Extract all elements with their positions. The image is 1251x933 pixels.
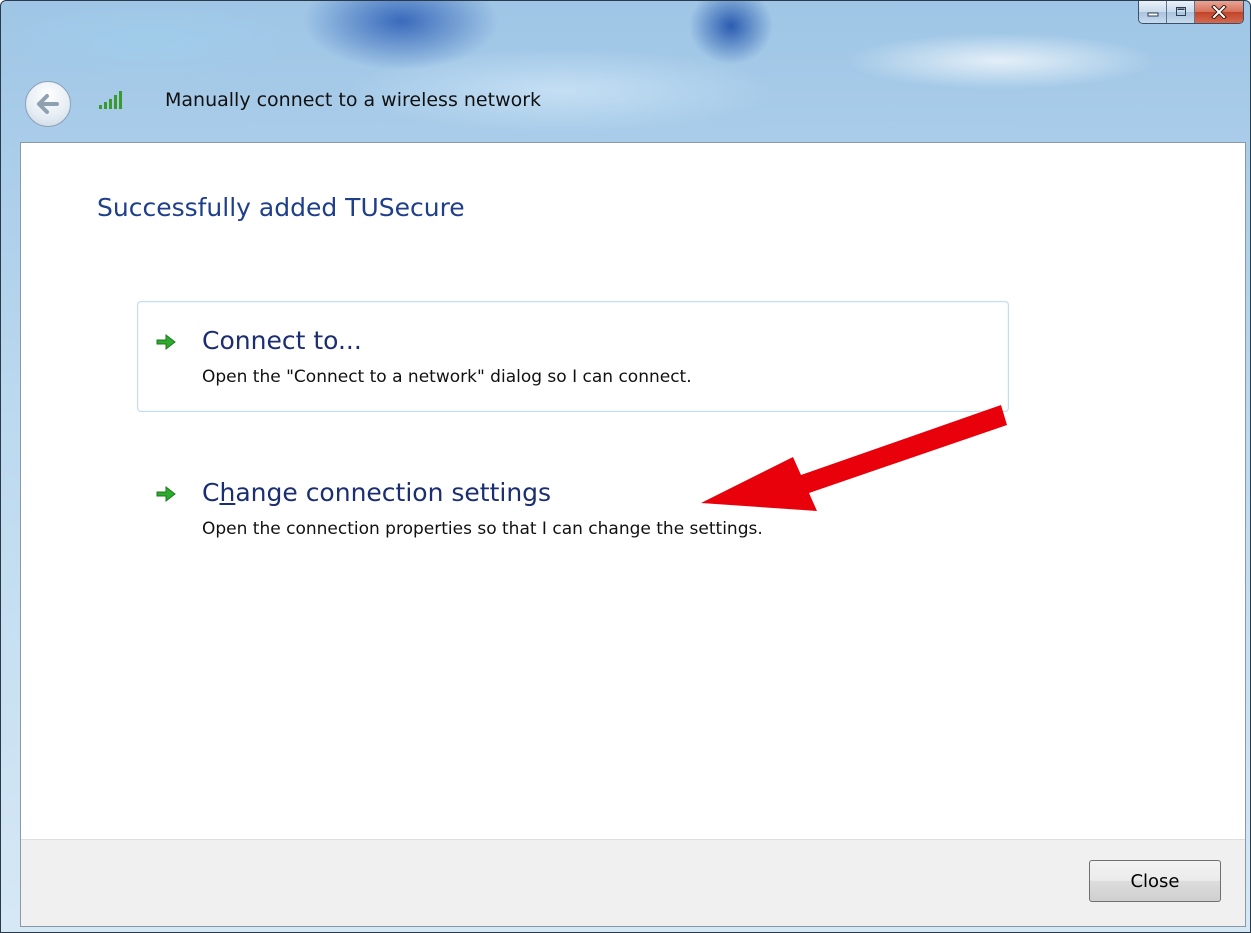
- title-mnemonic: h: [219, 478, 236, 507]
- connect-to-description: Open the "Connect to a network" dialog s…: [202, 367, 692, 387]
- back-button[interactable]: [25, 81, 71, 127]
- close-window-button[interactable]: [1195, 1, 1243, 23]
- title-suffix: ange connection settings: [235, 478, 552, 507]
- back-arrow-icon: [37, 94, 59, 114]
- red-annotation-arrow: [701, 405, 1007, 511]
- page-heading: Successfully added TUSecure: [97, 193, 465, 222]
- dialog-footer: Close: [21, 839, 1245, 926]
- wireless-signal-icon: [99, 91, 122, 109]
- minimize-icon: [1147, 12, 1158, 17]
- maximize-button[interactable]: [1167, 1, 1195, 23]
- maximize-icon: [1175, 7, 1186, 16]
- window-title: Manually connect to a wireless network: [165, 89, 542, 111]
- green-arrow-icon: [156, 333, 176, 351]
- close-x-icon: [1211, 5, 1227, 19]
- connect-to-link[interactable]: Connect to... Open the "Connect to a net…: [137, 301, 1009, 412]
- close-button[interactable]: Close: [1089, 860, 1221, 902]
- minimize-button[interactable]: [1139, 1, 1167, 23]
- caption-buttons: [1138, 1, 1244, 24]
- change-connection-settings-description: Open the connection properties so that I…: [202, 519, 763, 539]
- dialog-window: Manually connect to a wireless network S…: [0, 0, 1251, 933]
- change-connection-settings-title: Change connection settings: [202, 478, 551, 507]
- connect-to-title: Connect to...: [202, 326, 362, 355]
- content-area: Successfully added TUSecure Connect to..…: [20, 142, 1246, 927]
- title-prefix: C: [202, 478, 220, 507]
- green-arrow-icon: [156, 485, 176, 503]
